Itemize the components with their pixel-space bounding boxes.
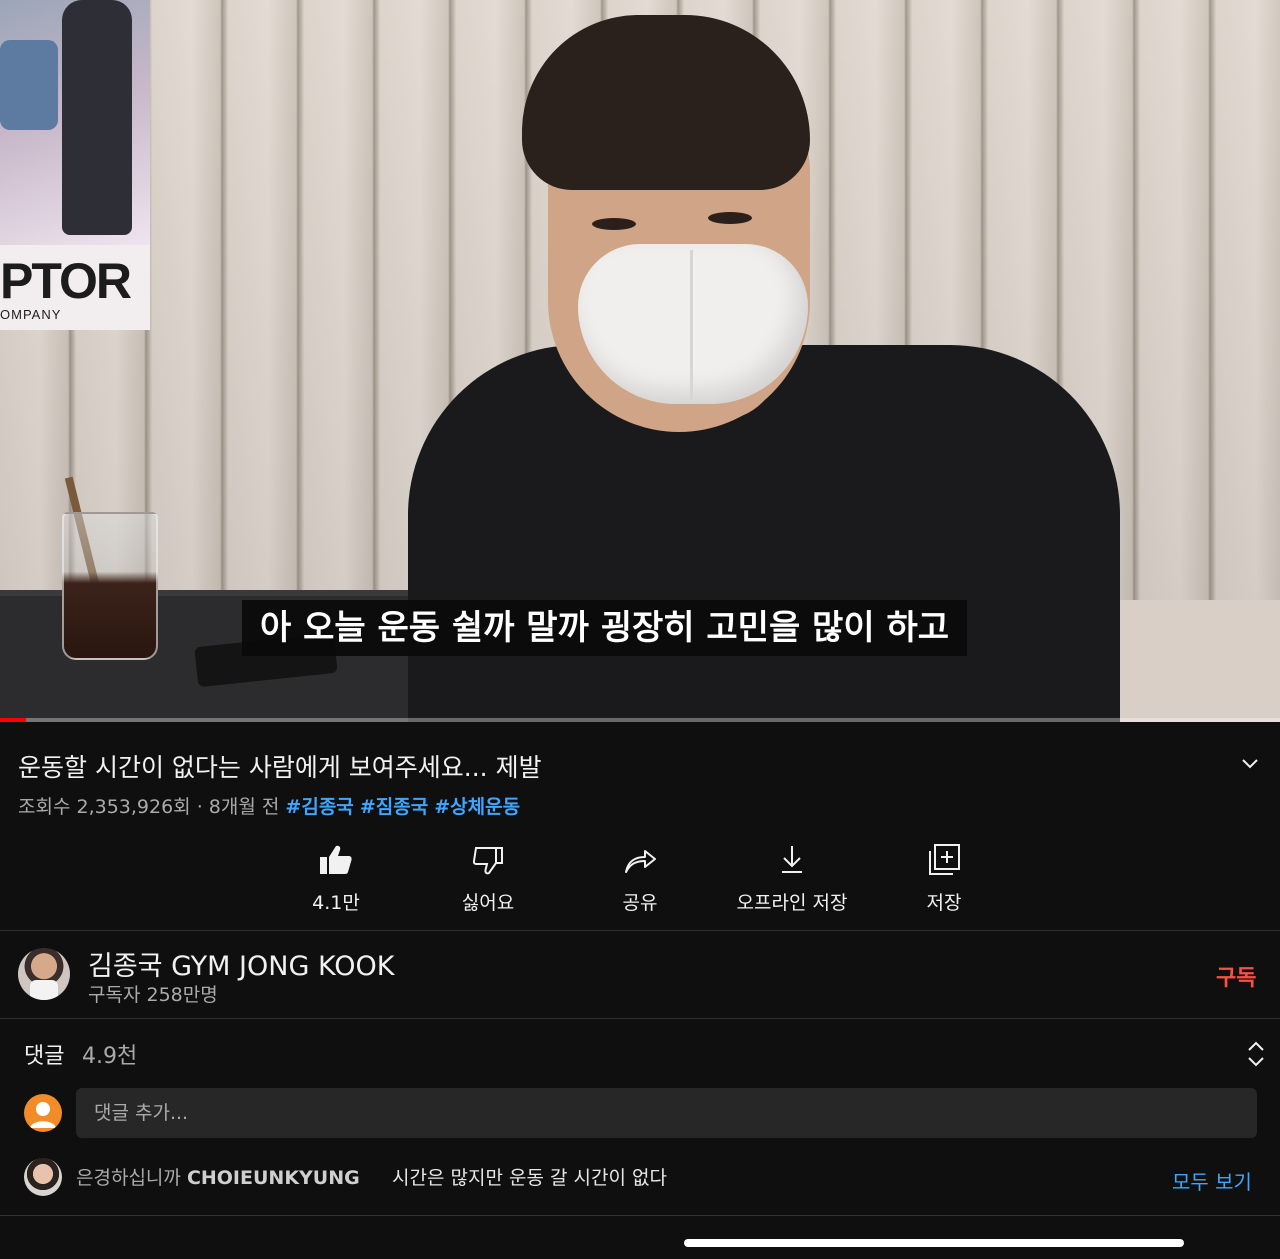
comment-author-prefix: 은경하십니까 xyxy=(76,1167,181,1189)
video-subtitle: 아 오늘 운동 쉴까 말까 굉장히 고민을 많이 하고 xyxy=(242,600,968,656)
divider xyxy=(0,930,1280,931)
poster-subtext: OMPANY xyxy=(0,307,62,322)
save-label: 저장 xyxy=(926,892,962,914)
iced-coffee-cup xyxy=(62,512,158,660)
share-button[interactable]: 공유 xyxy=(566,840,714,920)
comment-author-name: CHOIEUNKYUNG xyxy=(186,1167,360,1189)
view-all-comments-button[interactable]: 모두 보기 xyxy=(1172,1166,1252,1195)
thumbs-up-icon xyxy=(320,845,352,874)
video-progress-track[interactable] xyxy=(0,718,1280,722)
comments-header[interactable]: 댓글 xyxy=(24,1038,64,1070)
download-icon xyxy=(782,846,802,873)
comment-text: 시간은 많지만 운동 갈 시간이 없다 xyxy=(392,1167,667,1189)
divider xyxy=(0,1215,1280,1216)
like-count: 4.1만 xyxy=(312,892,360,914)
home-indicator[interactable] xyxy=(684,1239,1184,1247)
chevron-down-icon[interactable] xyxy=(1238,752,1262,776)
hashtag-link[interactable]: #상체운동 xyxy=(434,796,520,818)
subscribe-button[interactable]: 구독 xyxy=(1216,960,1256,992)
commenter-avatar[interactable] xyxy=(24,1158,62,1196)
hashtag-link[interactable]: #짐종국 xyxy=(360,796,428,818)
add-comment-input[interactable] xyxy=(76,1088,1257,1138)
subscriber-count: 구독자 258만명 xyxy=(88,984,218,1006)
action-bar: 4.1만 싫어요 공유 오프라인 저장 저장 xyxy=(262,840,1022,920)
channel-name[interactable]: 김종국 GYM JONG KOOK xyxy=(88,944,394,983)
view-count: 조회수 2,353,926회 xyxy=(18,796,191,818)
person-sweater xyxy=(408,345,1120,722)
like-button[interactable]: 4.1만 xyxy=(262,840,410,920)
thumbs-down-icon xyxy=(472,847,503,875)
dislike-button[interactable]: 싫어요 xyxy=(414,840,562,920)
divider xyxy=(0,1018,1280,1019)
share-icon xyxy=(625,850,656,873)
meta-separator: · xyxy=(190,796,209,818)
user-avatar[interactable] xyxy=(24,1094,62,1132)
expand-comments-icon[interactable] xyxy=(1244,1040,1268,1068)
upload-age: 8개월 전 xyxy=(208,796,280,818)
share-label: 공유 xyxy=(622,892,658,914)
video-player[interactable]: PTOR OMPANY 아 오늘 운동 쉴까 말까 굉장히 고민을 많이 하고 xyxy=(0,0,1280,722)
default-avatar-icon xyxy=(30,1102,56,1128)
wall-poster: PTOR OMPANY xyxy=(0,0,150,330)
video-meta: 조회수 2,353,926회 · 8개월 전 #김종국 #짐종국 #상체운동 xyxy=(18,792,520,819)
poster-brand-text: PTOR xyxy=(0,253,132,309)
comments-count: 4.9천 xyxy=(82,1044,138,1069)
video-progress-fill xyxy=(0,718,26,722)
download-label: 오프라인 저장 xyxy=(736,892,848,914)
face-mask xyxy=(578,244,808,404)
video-title[interactable]: 운동할 시간이 없다는 사람에게 보여주세요... 제발 xyxy=(18,748,542,784)
save-button[interactable]: 저장 xyxy=(870,840,1018,920)
download-button[interactable]: 오프라인 저장 xyxy=(718,840,866,920)
hashtag-link[interactable]: #김종국 xyxy=(285,796,353,818)
comment-author[interactable]: 은경하십니까 CHOIEUNKYUNG xyxy=(76,1163,360,1190)
channel-avatar[interactable] xyxy=(18,948,70,1000)
dislike-label: 싫어요 xyxy=(461,892,515,914)
add-to-playlist-icon xyxy=(929,844,960,875)
